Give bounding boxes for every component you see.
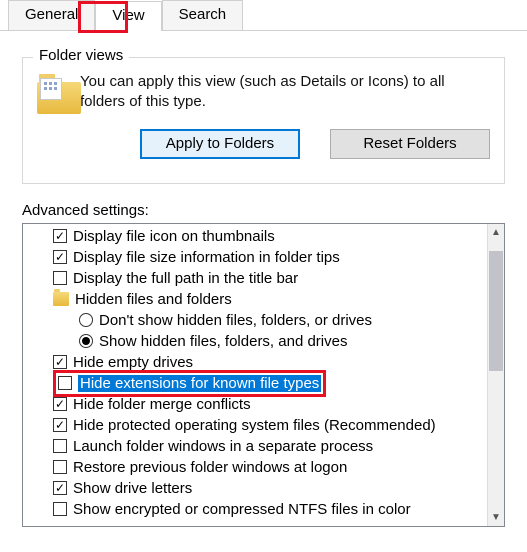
tree-item-label: Hide empty drives [73,354,193,371]
advanced-settings-tree: Display file icon on thumbnails Display f… [22,223,505,527]
tree-item[interactable]: Restore previous folder windows at logon [23,457,487,478]
tab-bar: General View Search [0,0,527,31]
tree-item-label: Launch folder windows in a separate proc… [73,438,373,455]
tree-item-label: Display file icon on thumbnails [73,228,275,245]
tree-item[interactable]: Display the full path in the title bar [23,268,487,289]
checkbox[interactable] [53,397,67,411]
tree-item-label: Show encrypted or compressed NTFS files … [73,501,411,518]
tab-view[interactable]: View [95,1,161,31]
radio[interactable] [79,334,93,348]
folder-views-group: Folder views You can apply this view (su… [22,57,505,184]
tree-item-label: Show drive letters [73,480,192,497]
tree-item[interactable]: Launch folder windows in a separate proc… [23,436,487,457]
tree-item-label: Restore previous folder windows at logon [73,459,347,476]
checkbox[interactable] [53,355,67,369]
tree-item[interactable]: Hidden files and folders [23,289,487,310]
tree-item-label: Hide folder merge conflicts [73,396,251,413]
tree-item[interactable]: Don't show hidden files, folders, or dri… [23,310,487,331]
checkbox[interactable] [53,418,67,432]
tree-item[interactable]: Show drive letters [23,478,487,499]
tree-item[interactable]: Hide extensions for known file types [23,373,487,394]
tree-item-label: Hide protected operating system files (R… [73,417,436,434]
checkbox[interactable] [53,460,67,474]
tree-item-label: Don't show hidden files, folders, or dri… [99,312,372,329]
tree-item-label: Display the full path in the title bar [73,270,298,287]
tree-item[interactable]: Display file icon on thumbnails [23,226,487,247]
tab-general[interactable]: General [8,0,95,30]
tree-item-label: Hide extensions for known file types [78,375,321,392]
apply-to-folders-button[interactable]: Apply to Folders [140,129,300,159]
folder-icon [37,72,66,114]
tree-item[interactable]: Show encrypted or compressed NTFS files … [23,499,487,520]
checkbox[interactable] [53,502,67,516]
tree-item[interactable]: Hide folder merge conflicts [23,394,487,415]
annotation-highlight-item: Hide extensions for known file types [53,370,326,397]
checkbox[interactable] [53,229,67,243]
scroll-thumb[interactable] [489,251,503,371]
checkbox[interactable] [53,271,67,285]
reset-folders-button[interactable]: Reset Folders [330,129,490,159]
radio[interactable] [79,313,93,327]
folder-views-desc: You can apply this view (such as Details… [80,72,490,113]
folder-views-title: Folder views [33,47,129,64]
checkbox[interactable] [53,439,67,453]
scroll-up-button[interactable]: ▲ [488,224,504,241]
checkbox[interactable] [53,250,67,264]
scrollbar[interactable]: ▲ ▼ [487,224,504,526]
scroll-track[interactable] [488,241,504,509]
tree-item[interactable]: Hide protected operating system files (R… [23,415,487,436]
checkbox[interactable] [53,481,67,495]
scroll-down-button[interactable]: ▼ [488,509,504,526]
checkbox[interactable] [58,376,72,390]
tree-item[interactable]: Display file size information in folder … [23,247,487,268]
tree-item[interactable]: Show hidden files, folders, and drives [23,331,487,352]
tree-item-label: Display file size information in folder … [73,249,340,266]
tree-item-label: Hidden files and folders [75,291,232,308]
tab-search[interactable]: Search [162,0,244,30]
advanced-settings-label: Advanced settings: [22,202,505,219]
folder-icon [53,292,69,306]
tree-item-label: Show hidden files, folders, and drives [99,333,347,350]
